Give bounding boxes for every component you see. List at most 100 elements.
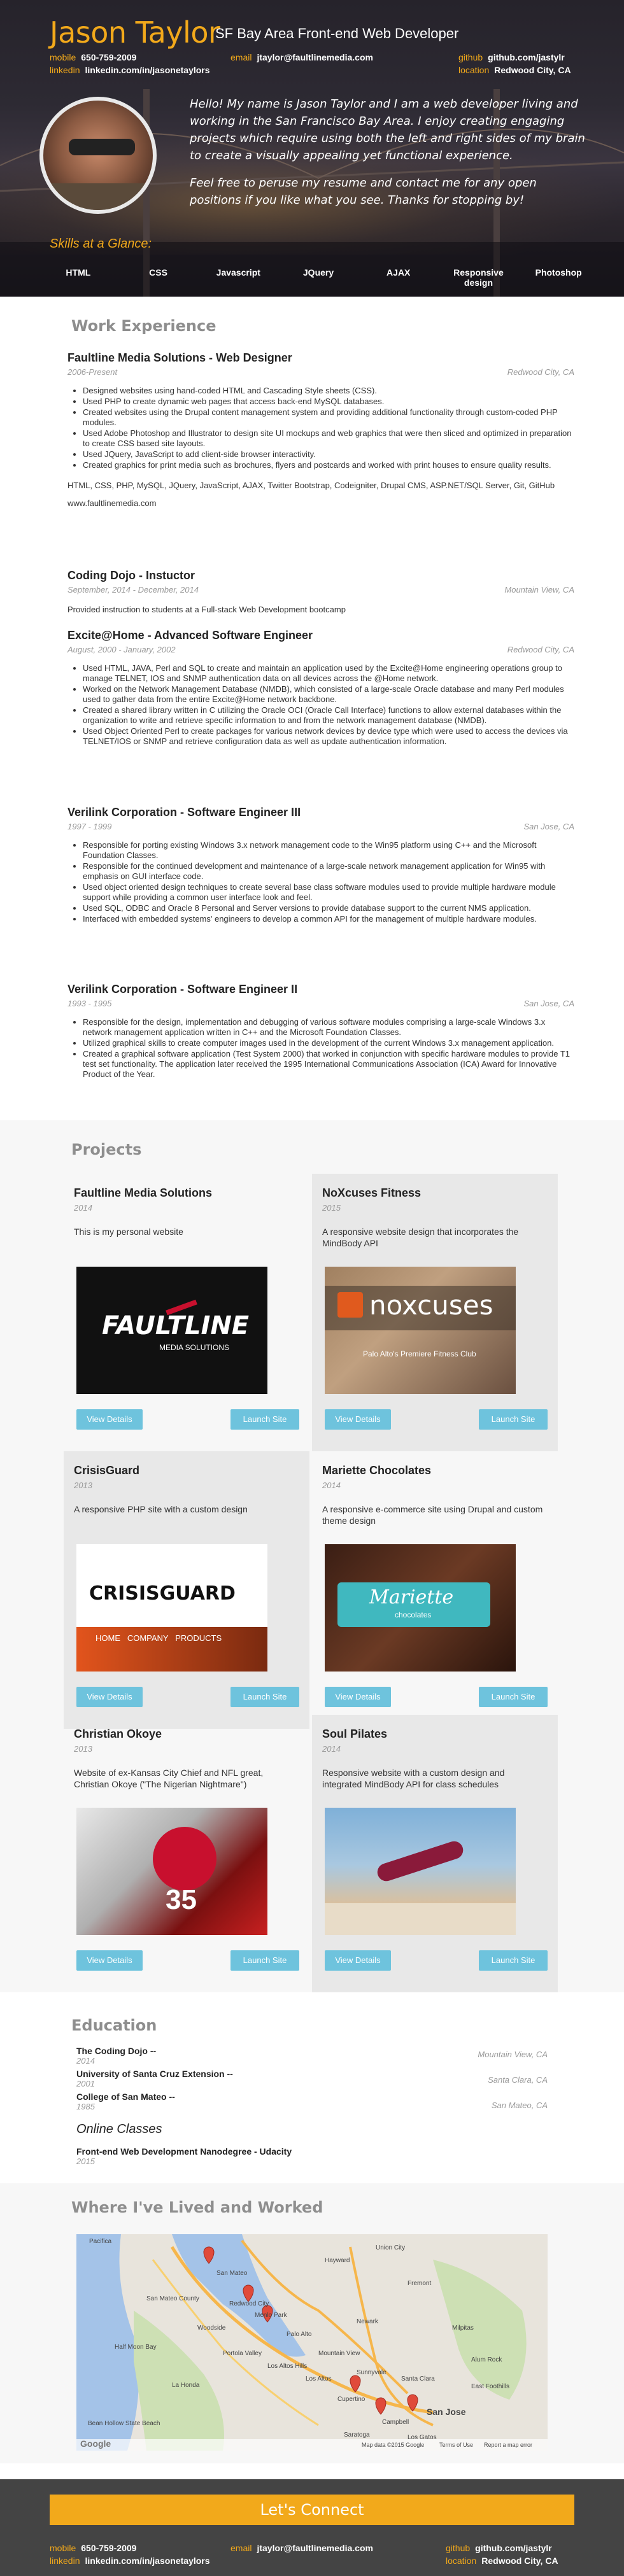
job-dates: September, 2014 - December, 2014 bbox=[67, 585, 199, 595]
project-card-faultline: Faultline Media Solutions 2014 This is m… bbox=[64, 1174, 309, 1451]
view-details-button[interactable]: View Details bbox=[76, 1687, 143, 1707]
contact-github: github github.com/jastylr bbox=[458, 52, 565, 62]
skills-list: HTML CSS Javascript JQuery AJAX Responsi… bbox=[38, 267, 599, 288]
view-details-button[interactable]: View Details bbox=[325, 1409, 391, 1430]
project-year: 2014 bbox=[74, 1203, 92, 1213]
map-report-link[interactable]: Report a map error bbox=[484, 2442, 532, 2448]
online-classes-title: Online Classes bbox=[76, 2122, 162, 2136]
view-details-button[interactable]: View Details bbox=[325, 1950, 391, 1971]
project-screenshot-logo: FAULTLINE bbox=[102, 1311, 250, 1341]
school-year: 2001 bbox=[76, 2079, 95, 2088]
project-description: A responsive e-commerce site using Drupa… bbox=[322, 1504, 543, 1526]
map-label: Palo Alto bbox=[287, 2331, 312, 2338]
school-location: Mountain View, CA bbox=[478, 2050, 548, 2059]
screenshot-beach bbox=[325, 1903, 516, 1935]
page-title: Jason Taylor bbox=[50, 15, 220, 50]
launch-site-button[interactable]: Launch Site bbox=[230, 1409, 299, 1430]
launch-site-button[interactable]: Launch Site bbox=[230, 1950, 299, 1971]
list-item: Responsible for the design, implementati… bbox=[83, 1017, 574, 1038]
intro-paragraph-2: Feel free to peruse my resume and contac… bbox=[190, 176, 537, 207]
map-label: San Mateo bbox=[216, 2270, 248, 2277]
skill-javascript: Javascript bbox=[216, 267, 260, 278]
header: Jason Taylor SF Bay Area Front-end Web D… bbox=[0, 0, 624, 297]
launch-site-button[interactable]: Launch Site bbox=[479, 1687, 548, 1707]
view-details-button[interactable]: View Details bbox=[76, 1950, 143, 1971]
view-details-button[interactable]: View Details bbox=[76, 1409, 143, 1430]
job-dates: 1993 - 1995 bbox=[67, 999, 112, 1008]
skill-css: CSS bbox=[149, 267, 167, 278]
linkedin-label: linkedin bbox=[50, 2556, 80, 2566]
avatar-shirt bbox=[43, 183, 153, 210]
school-name: The Coding Dojo -- bbox=[76, 2046, 157, 2056]
location-label: location bbox=[446, 2556, 477, 2566]
view-details-button[interactable]: View Details bbox=[325, 1687, 391, 1707]
linkedin-link[interactable]: linkedin.com/in/jasonetaylors bbox=[85, 65, 209, 75]
github-link[interactable]: github.com/jastylr bbox=[488, 52, 565, 62]
job-title: Faultline Media Solutions - Web Designer bbox=[67, 351, 292, 364]
project-screenshot: 35 bbox=[76, 1808, 267, 1935]
email-link[interactable]: jtaylor@faultlinemedia.com bbox=[257, 52, 372, 62]
map-label: La Honda bbox=[172, 2382, 200, 2389]
google-logo: Google bbox=[80, 2439, 111, 2449]
map-label: Cupertino bbox=[337, 2396, 365, 2403]
list-item: Used PHP to create dynamic web pages tha… bbox=[83, 397, 574, 407]
project-card-okoye: Christian Okoye 2013 Website of ex-Kansa… bbox=[64, 1715, 309, 1992]
map-label: Portola Valley bbox=[223, 2350, 262, 2357]
launch-site-button[interactable]: Launch Site bbox=[230, 1687, 299, 1707]
list-item: Worked on the Network Management Databas… bbox=[83, 684, 574, 705]
job-bullets: Designed websites using hand-coded HTML … bbox=[67, 386, 574, 470]
project-year: 2014 bbox=[322, 1481, 341, 1490]
linkedin-link[interactable]: linkedin.com/in/jasonetaylors bbox=[85, 2556, 209, 2566]
map-terms-link[interactable]: Terms of Use bbox=[439, 2442, 473, 2448]
project-description: A responsive website design that incorpo… bbox=[322, 1227, 519, 1248]
school-year: 2015 bbox=[76, 2157, 95, 2166]
school-location: San Mateo, CA bbox=[491, 2101, 548, 2110]
education-item: University of Santa Cruz Extension -- 20… bbox=[76, 2069, 548, 2088]
map[interactable]: Pacifica San Mateo Hayward Union City Fr… bbox=[76, 2234, 548, 2451]
list-item: Created graphics for print media such as… bbox=[83, 460, 574, 470]
project-title: Faultline Media Solutions bbox=[74, 1186, 213, 1199]
map-label: Pacifica bbox=[89, 2238, 111, 2245]
education-item-online: Front-end Web Development Nanodegree - U… bbox=[76, 2146, 548, 2166]
job-verilink-ii: Verilink Corporation - Software Engineer… bbox=[67, 983, 574, 1080]
school-year: 2014 bbox=[76, 2056, 95, 2066]
job-coding-dojo: Coding Dojo - Instuctor September, 2014 … bbox=[67, 569, 574, 615]
project-description: Responsive website with a custom design … bbox=[322, 1768, 505, 1789]
job-bullets: Responsible for porting existing Windows… bbox=[67, 840, 574, 924]
map-label: Redwood City bbox=[229, 2300, 269, 2307]
school-year: 1985 bbox=[76, 2102, 95, 2111]
map-label: Saratoga bbox=[344, 2432, 370, 2439]
job-faultline: Faultline Media Solutions - Web Designer… bbox=[67, 351, 574, 508]
email-link[interactable]: jtaylor@faultlinemedia.com bbox=[257, 2543, 372, 2553]
project-screenshot-logo: 35 bbox=[166, 1884, 197, 1915]
contact-linkedin: linkedin linkedin.com/in/jasonetaylors bbox=[50, 65, 210, 75]
map-label: Hayward bbox=[325, 2257, 350, 2264]
footer-linkedin: linkedin linkedin.com/in/jasonetaylors bbox=[50, 2556, 210, 2566]
linkedin-label: linkedin bbox=[50, 65, 80, 75]
map-label: Menlo Park bbox=[255, 2312, 288, 2319]
logo-mark bbox=[337, 1292, 363, 1318]
github-link[interactable]: github.com/jastylr bbox=[475, 2543, 552, 2553]
places-section: Where I've Lived and Worked Pacifica San… bbox=[0, 2183, 624, 2463]
job-website-link[interactable]: www.faultlinemedia.com bbox=[67, 498, 574, 508]
project-screenshot: noxcuses Palo Alto's Premiere Fitness Cl… bbox=[325, 1267, 516, 1394]
footer-mobile: mobile 650-759-2009 bbox=[50, 2543, 136, 2553]
mobile-value[interactable]: 650-759-2009 bbox=[81, 52, 136, 62]
work-title: Work Experience bbox=[71, 317, 216, 335]
project-year: 2013 bbox=[74, 1744, 92, 1754]
intro-paragraph-1: Hello! My name is Jason Taylor and I am … bbox=[190, 97, 585, 162]
map-canvas[interactable]: Pacifica San Mateo Hayward Union City Fr… bbox=[76, 2234, 548, 2451]
project-title: Soul Pilates bbox=[322, 1728, 388, 1740]
map-label: Bean Hollow State Beach bbox=[88, 2420, 160, 2427]
list-item: Responsible for the continued developmen… bbox=[83, 861, 574, 882]
project-description: This is my personal website bbox=[74, 1227, 183, 1237]
contact-email: email jtaylor@faultlinemedia.com bbox=[230, 52, 373, 62]
job-verilink-iii: Verilink Corporation - Software Engineer… bbox=[67, 806, 574, 925]
location-value: Redwood City, CA bbox=[481, 2556, 558, 2566]
launch-site-button[interactable]: Launch Site bbox=[479, 1950, 548, 1971]
mobile-value[interactable]: 650-759-2009 bbox=[81, 2543, 136, 2553]
launch-site-button[interactable]: Launch Site bbox=[479, 1409, 548, 1430]
list-item: Used JQuery, JavaScript to add client-si… bbox=[83, 449, 574, 460]
skill-jquery: JQuery bbox=[302, 267, 334, 278]
list-item: Used Adobe Photoshop and Illustrator to … bbox=[83, 428, 574, 449]
